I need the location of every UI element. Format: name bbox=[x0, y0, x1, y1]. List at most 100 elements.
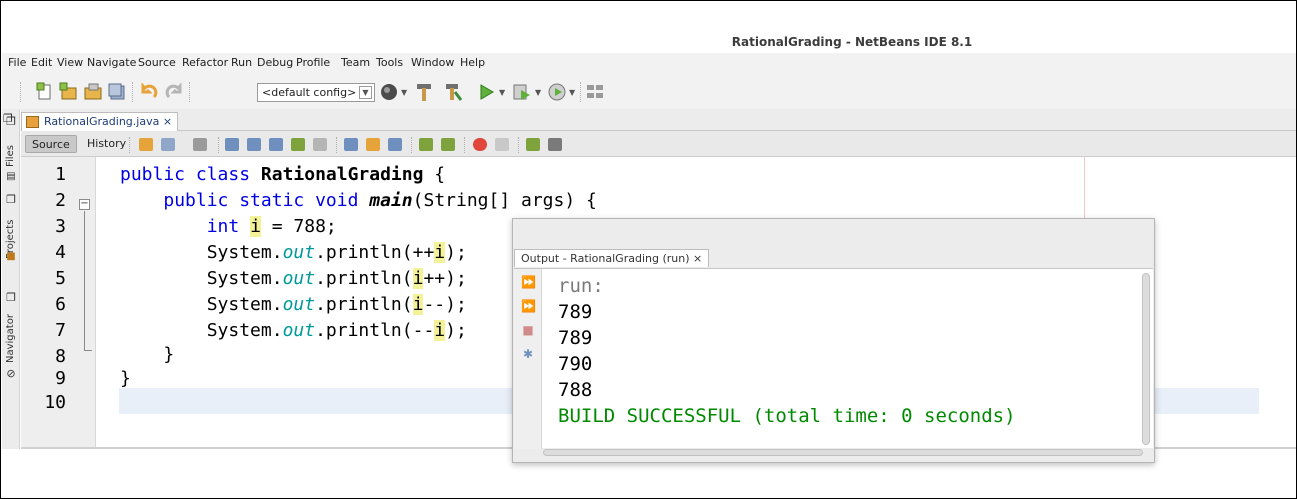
menu-edit[interactable]: Edit bbox=[31, 56, 52, 69]
output-tab-label: Output - RationalGrading (run) bbox=[521, 252, 690, 265]
prev-bookmark-icon[interactable] bbox=[344, 138, 358, 151]
line-number: 4 bbox=[55, 242, 66, 263]
find-icon[interactable] bbox=[225, 138, 239, 151]
menu-view[interactable]: View bbox=[57, 56, 83, 69]
clean-build-icon[interactable] bbox=[443, 82, 463, 102]
side-tab-navigator[interactable]: Navigator bbox=[3, 305, 19, 375]
chevron-down-icon[interactable]: ▼ bbox=[569, 88, 575, 97]
toolbar-separator bbox=[218, 137, 219, 153]
horizontal-scrollbar[interactable] bbox=[543, 449, 1143, 456]
profile-icon[interactable] bbox=[547, 82, 567, 102]
main-toolbar: <default config> ▼ ▼ ▼ ▼ ▼ bbox=[2, 73, 1296, 109]
output-window[interactable]: Output - RationalGrading (run) × ⏩ ⏩ ■ ✱… bbox=[512, 218, 1155, 463]
menu-file[interactable]: File bbox=[8, 56, 26, 69]
stop-icon[interactable]: ■ bbox=[521, 323, 535, 337]
toggle-highlight-icon[interactable] bbox=[291, 138, 305, 151]
restore-window-icon[interactable]: ❐ bbox=[3, 291, 19, 304]
new-project-icon[interactable] bbox=[59, 82, 79, 102]
redo-icon[interactable] bbox=[164, 82, 184, 102]
restore-window-icon[interactable]: ❐ bbox=[3, 193, 19, 206]
code-line-2: public static void main(String[] args) { bbox=[163, 190, 597, 211]
vertical-scrollbar[interactable] bbox=[1142, 273, 1150, 445]
java-file-icon bbox=[26, 116, 39, 128]
editor-tab-label: RationalGrading.java bbox=[44, 115, 160, 128]
save-all-icon[interactable] bbox=[107, 82, 127, 102]
toolbar-separator bbox=[464, 137, 465, 153]
toolbar-separator bbox=[336, 137, 337, 153]
menu-refactor[interactable]: Refactor bbox=[182, 56, 228, 69]
menu-run[interactable]: Run bbox=[231, 56, 252, 69]
output-tab[interactable]: Output - RationalGrading (run) × bbox=[514, 249, 710, 267]
fold-toggle-icon[interactable]: − bbox=[79, 199, 90, 210]
next-bookmark-icon[interactable] bbox=[366, 138, 380, 151]
code-line-8: } bbox=[120, 344, 175, 365]
line-number: 1 bbox=[55, 164, 66, 185]
line-number: 3 bbox=[55, 216, 66, 237]
output-side-toolbar: ⏩ ⏩ ■ ✱ bbox=[514, 269, 542, 449]
output-line-value: 789 bbox=[558, 327, 593, 349]
history-button[interactable]: History bbox=[81, 135, 132, 153]
back-icon[interactable] bbox=[161, 138, 175, 151]
toggle-bookmark-icon[interactable] bbox=[388, 138, 402, 151]
source-button[interactable]: Source bbox=[25, 135, 77, 153]
menu-navigate[interactable]: Navigate bbox=[87, 56, 136, 69]
line-number: 8 bbox=[55, 346, 66, 367]
output-line-run: run: bbox=[558, 275, 604, 297]
output-console[interactable]: ⏩ ⏩ ■ ✱ run: 789 789 790 788 BUILD SUCCE… bbox=[514, 268, 1153, 449]
output-line-value: 789 bbox=[558, 301, 593, 323]
menu-source[interactable]: Source bbox=[138, 56, 176, 69]
title-bar: RationalGrading - NetBeans IDE 8.1 bbox=[2, 2, 1296, 54]
code-line-4: System.out.println(++i); bbox=[120, 242, 467, 263]
open-project-icon[interactable] bbox=[83, 82, 103, 102]
last-edit-icon[interactable] bbox=[139, 138, 153, 151]
menu-tools[interactable]: Tools bbox=[376, 56, 403, 69]
run-icon[interactable] bbox=[476, 82, 496, 102]
output-line-value: 788 bbox=[558, 379, 593, 401]
stop-macro-icon[interactable] bbox=[495, 138, 509, 151]
restore-window-icon[interactable]: ❐ bbox=[3, 112, 13, 125]
chevron-down-icon[interactable]: ▼ bbox=[535, 88, 541, 97]
new-file-icon[interactable] bbox=[35, 82, 55, 102]
files-icon: ▤ bbox=[6, 171, 16, 182]
chevron-down-icon[interactable]: ▼ bbox=[499, 88, 505, 97]
code-line-6: System.out.println(i--); bbox=[120, 294, 467, 315]
menu-debug[interactable]: Debug bbox=[257, 56, 293, 69]
code-line-7: System.out.println(--i); bbox=[120, 320, 467, 341]
shift-right-icon[interactable] bbox=[441, 138, 455, 151]
toolbar-separator bbox=[580, 82, 581, 102]
line-number: 7 bbox=[55, 320, 66, 341]
toolbar-separator bbox=[518, 137, 519, 153]
chevron-down-icon[interactable]: ▼ bbox=[359, 86, 372, 99]
find-next-icon[interactable] bbox=[269, 138, 283, 151]
grid-icon[interactable] bbox=[585, 82, 605, 102]
code-line-5: System.out.println(i++); bbox=[120, 268, 467, 289]
config-select[interactable]: <default config> ▼ bbox=[257, 83, 375, 102]
shift-left-icon[interactable] bbox=[419, 138, 433, 151]
forward-icon[interactable] bbox=[193, 138, 207, 151]
comment-icon[interactable] bbox=[526, 138, 540, 151]
record-macro-icon[interactable] bbox=[473, 138, 487, 151]
output-line-value: 790 bbox=[558, 353, 593, 375]
editor-tab-rationalgrading[interactable]: RationalGrading.java × bbox=[21, 112, 179, 131]
menu-profile[interactable]: Profile bbox=[296, 56, 330, 69]
settings-icon[interactable]: ✱ bbox=[521, 347, 535, 361]
close-icon[interactable]: × bbox=[693, 252, 702, 265]
chevron-down-icon[interactable]: ▼ bbox=[401, 88, 407, 97]
menu-help[interactable]: Help bbox=[460, 56, 485, 69]
toolbar-grip bbox=[20, 82, 21, 102]
menu-window[interactable]: Window bbox=[411, 56, 454, 69]
screen-frame: RationalGrading - NetBeans IDE 8.1 File … bbox=[0, 0, 1297, 499]
close-icon[interactable]: × bbox=[163, 115, 172, 128]
undo-icon[interactable] bbox=[139, 82, 159, 102]
find-previous-icon[interactable] bbox=[247, 138, 261, 151]
rerun-icon[interactable]: ⏩ bbox=[521, 275, 536, 289]
debug-icon[interactable] bbox=[512, 82, 532, 102]
globe-icon[interactable] bbox=[379, 82, 399, 102]
uncomment-icon[interactable] bbox=[548, 138, 562, 151]
hammer-icon[interactable] bbox=[414, 82, 434, 102]
code-line-3: int i = 788; bbox=[206, 216, 337, 237]
rerun-with-params-icon[interactable]: ⏩ bbox=[521, 299, 536, 313]
toggle-rect-select-icon[interactable] bbox=[313, 138, 327, 151]
menu-team[interactable]: Team bbox=[341, 56, 370, 69]
fold-guide bbox=[84, 211, 92, 351]
